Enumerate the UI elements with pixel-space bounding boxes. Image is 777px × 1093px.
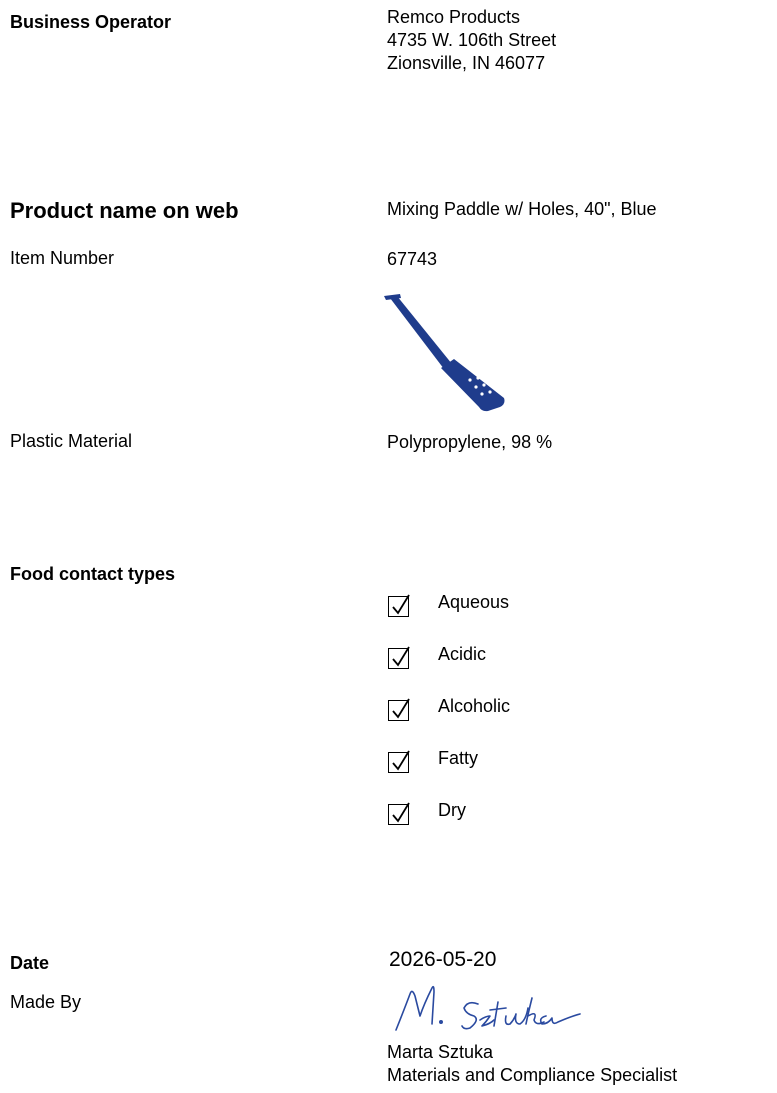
checkbox[interactable] <box>388 646 410 669</box>
business-operator-label: Business Operator <box>10 12 172 32</box>
checkbox-label: Aqueous <box>438 592 510 612</box>
business-operator-address: Remco Products 4735 W. 106th Street Zion… <box>387 6 556 75</box>
item-number-label: Item Number <box>10 248 115 268</box>
made-by-label: Made By <box>10 992 82 1012</box>
plastic-material-label: Plastic Material <box>10 431 133 451</box>
date-value: 2026-05-20 <box>389 948 497 971</box>
checkbox-label: Acidic <box>438 644 487 664</box>
plastic-material-value: Polypropylene, 98 % <box>387 432 553 452</box>
signature-image <box>395 985 581 1031</box>
checkmark-icon <box>392 750 410 771</box>
checkbox[interactable] <box>388 698 410 721</box>
checkbox[interactable] <box>388 802 410 825</box>
checkmark-icon <box>392 698 410 719</box>
signer-title: Materials and Compliance Specialist <box>387 1065 678 1085</box>
checkmark-icon <box>392 802 410 823</box>
paddle-shape <box>384 294 505 412</box>
product-name-label: Product name on web <box>10 198 239 223</box>
checkmark-icon <box>392 594 410 615</box>
checkbox[interactable] <box>388 750 410 773</box>
address-line: 4735 W. 106th Street <box>387 30 557 50</box>
checkbox-label: Fatty <box>438 748 479 768</box>
mixing-paddle-image <box>384 294 505 412</box>
checkmark-icon <box>392 646 410 667</box>
date-label: Date <box>10 953 50 973</box>
signer-name: Marta Sztuka <box>387 1042 494 1062</box>
item-number-value: 67743 <box>387 249 438 269</box>
product-name-value: Mixing Paddle w/ Holes, 40", Blue <box>387 199 657 219</box>
checkbox-label: Dry <box>438 800 466 820</box>
address-line: Remco Products <box>387 7 521 27</box>
made-by-details: Marta Sztuka Materials and Compliance Sp… <box>387 1041 677 1087</box>
food-contact-label: Food contact types <box>10 564 176 584</box>
checkbox-label: Alcoholic <box>438 696 511 716</box>
address-line: Zionsville, IN 46077 <box>387 53 546 73</box>
checkbox[interactable] <box>388 594 410 617</box>
